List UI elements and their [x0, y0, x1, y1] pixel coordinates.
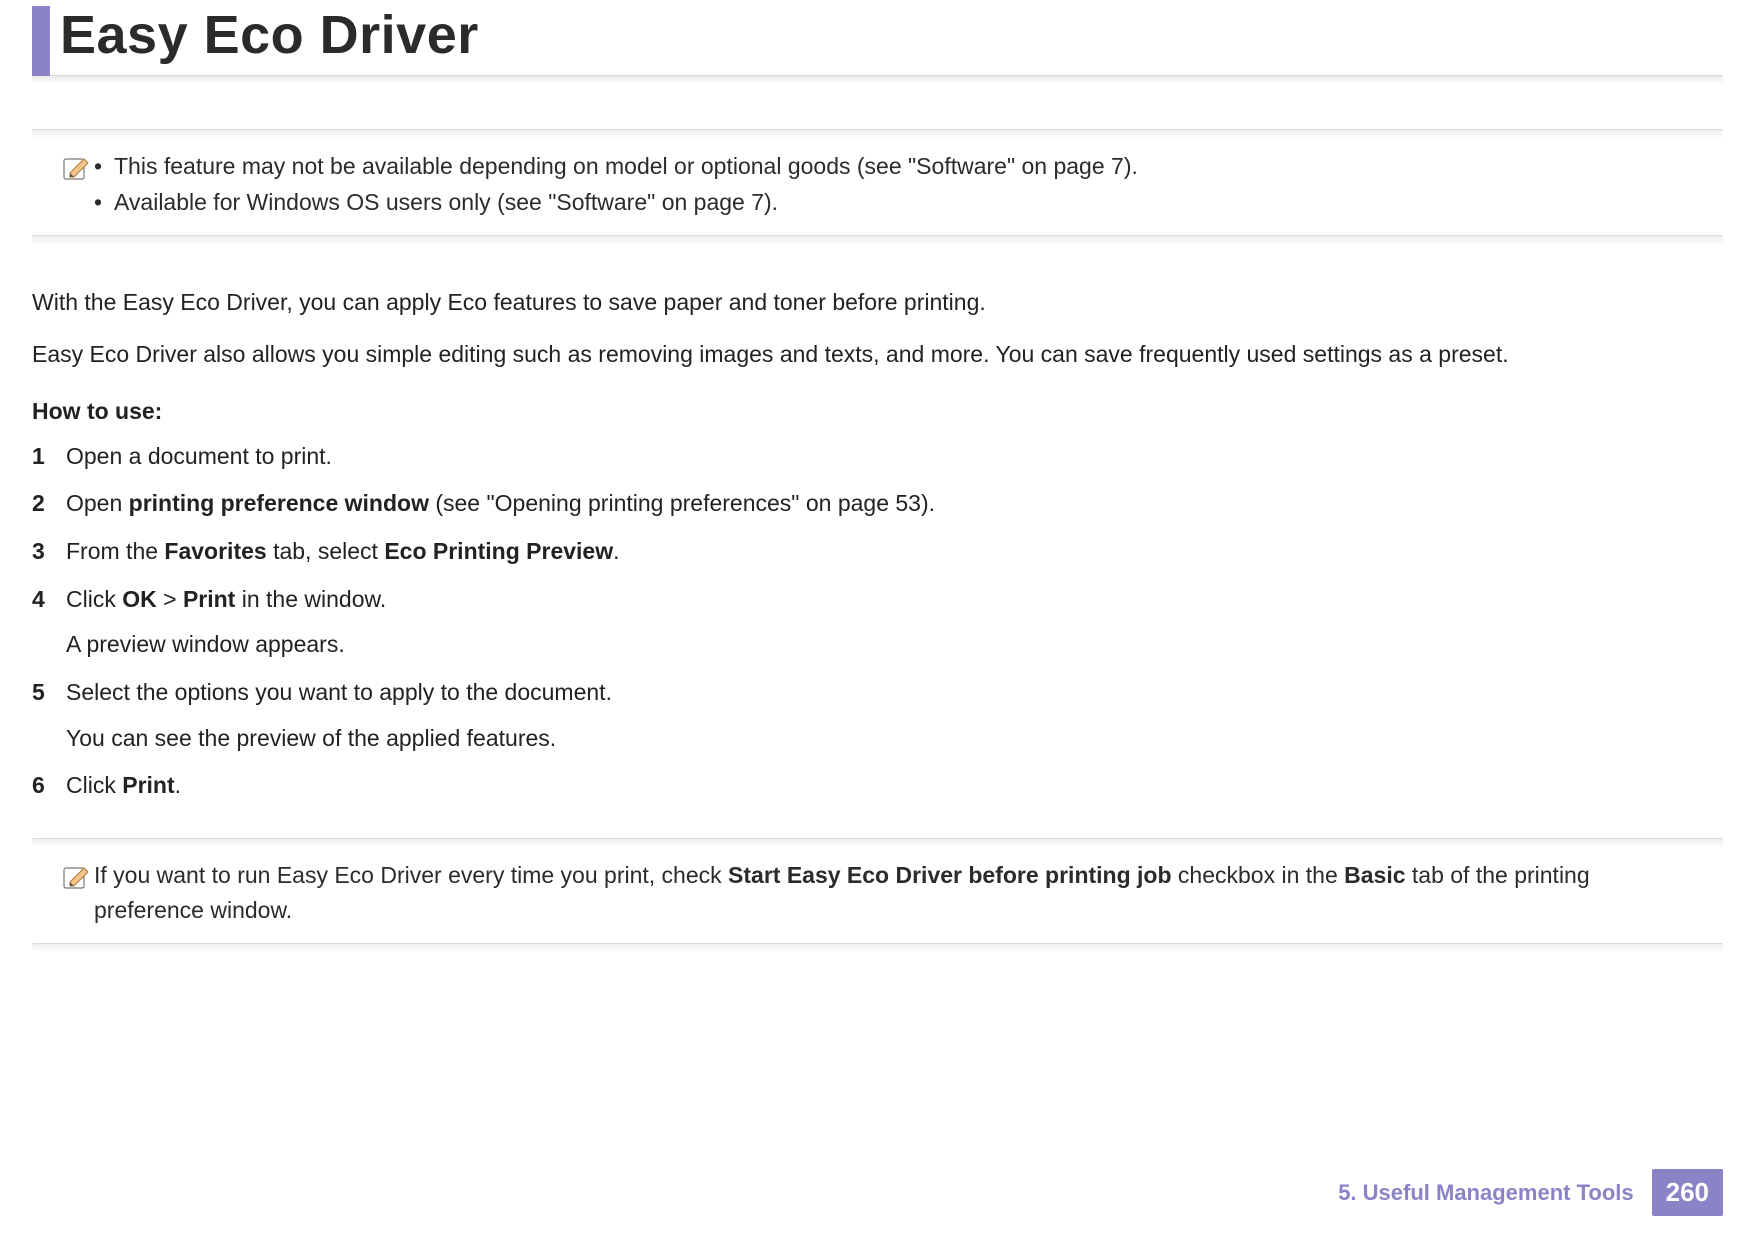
note-pencil-icon: [60, 153, 94, 188]
step-5: 5 Select the options you want to apply t…: [32, 675, 1723, 756]
step-6-number: 6: [32, 768, 66, 804]
note-top-rule: [32, 129, 1723, 137]
step-4: 4 Click OK > Print in the window. A prev…: [32, 582, 1723, 663]
note2-bottom-rule: [32, 943, 1723, 951]
step-1: 1 Open a document to print.: [32, 439, 1723, 475]
step-2-text: Open printing preference window (see "Op…: [66, 486, 1723, 522]
step-2: 2 Open printing preference window (see "…: [32, 486, 1723, 522]
footer-chapter-label: 5. Useful Management Tools: [1338, 1169, 1651, 1216]
header-rule: [32, 75, 1723, 83]
step-6: 6 Click Print.: [32, 768, 1723, 804]
step-3-number: 3: [32, 534, 66, 570]
step-3: 3 From the Favorites tab, select Eco Pri…: [32, 534, 1723, 570]
step-5-sub: You can see the preview of the applied f…: [66, 721, 1723, 757]
note2-text: If you want to run Easy Eco Driver every…: [94, 858, 1703, 929]
step-1-text: Open a document to print.: [66, 439, 1723, 475]
step-4-text: Click OK > Print in the window. A previe…: [66, 582, 1723, 663]
step-5-text: Select the options you want to apply to …: [66, 675, 1723, 756]
note-block-2: If you want to run Easy Eco Driver every…: [32, 838, 1723, 951]
note2-top-rule: [32, 838, 1723, 846]
note-bottom-rule: [32, 235, 1723, 243]
step-5-number: 5: [32, 675, 66, 756]
step-3-text: From the Favorites tab, select Eco Print…: [66, 534, 1723, 570]
header-accent-bar: [32, 6, 50, 76]
page-footer: 5. Useful Management Tools 260: [1338, 1169, 1723, 1216]
footer-page-number: 260: [1652, 1169, 1723, 1216]
note1-bullet-1-text: This feature may not be available depend…: [114, 149, 1138, 185]
step-4-sub: A preview window appears.: [66, 627, 1723, 663]
step-2-number: 2: [32, 486, 66, 522]
note1-bullet-1: • This feature may not be available depe…: [94, 149, 1703, 185]
note-block-1: • This feature may not be available depe…: [32, 129, 1723, 242]
note-pencil-icon: [60, 862, 94, 897]
intro-paragraph-1: With the Easy Eco Driver, you can apply …: [32, 285, 1723, 320]
how-to-label: How to use:: [32, 398, 1723, 425]
page-header: Easy Eco Driver: [32, 0, 1723, 83]
step-4-number: 4: [32, 582, 66, 663]
step-6-text: Click Print.: [66, 768, 1723, 804]
step-1-number: 1: [32, 439, 66, 475]
note1-bullet-2-text: Available for Windows OS users only (see…: [114, 185, 778, 221]
steps-list: 1 Open a document to print. 2 Open print…: [32, 439, 1723, 804]
note1-bullet-2: • Available for Windows OS users only (s…: [94, 185, 1703, 221]
intro-paragraph-2: Easy Eco Driver also allows you simple e…: [32, 337, 1723, 372]
page-title: Easy Eco Driver: [32, 6, 1723, 65]
